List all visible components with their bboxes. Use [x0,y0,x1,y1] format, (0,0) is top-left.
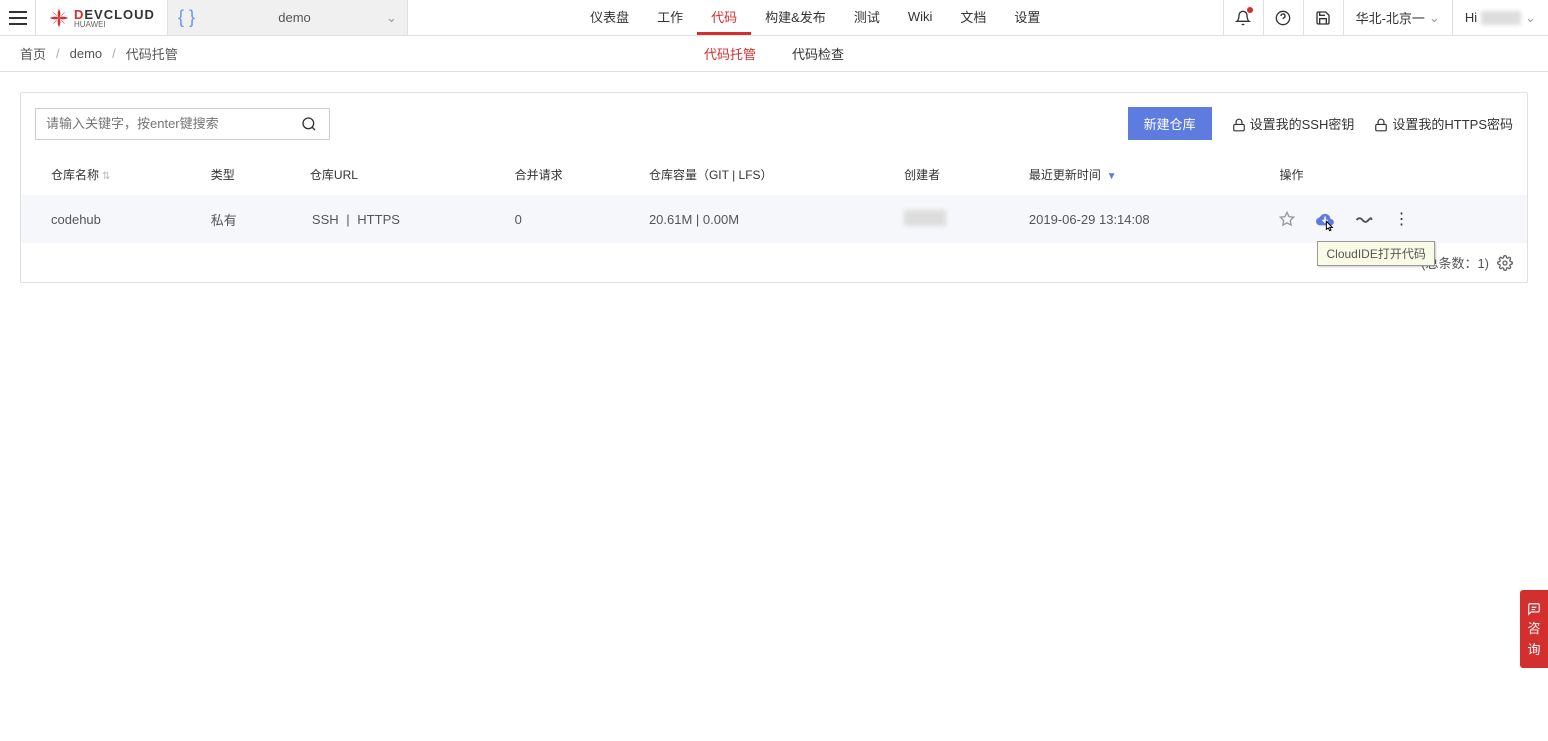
nav-build[interactable]: 构建&发布 [751,0,840,35]
col-url: 仓库URL [292,154,497,195]
col-name[interactable]: 仓库名称⇅ [21,154,193,195]
tab-code-check[interactable]: 代码检查 [774,36,862,71]
chevron-down-icon: ⌄ [386,10,397,26]
cell-updated: 2019-06-29 13:14:08 [1011,195,1262,243]
https-label: 设置我的HTTPS密码 [1392,114,1513,133]
lock-icon [1374,115,1388,131]
chat-icon [1520,600,1548,616]
toolbar-right: 新建仓库 设置我的SSH密钥 设置我的HTTPS密码 [1128,107,1513,140]
tab-code-hosting[interactable]: 代码托管 [686,36,774,71]
url-https[interactable]: HTTPS [357,212,400,227]
sub-tabs: 代码托管 代码检查 [686,36,862,71]
tooltip-cloudide: CloudIDE打开代码 [1317,241,1434,266]
set-https-password-link[interactable]: 设置我的HTTPS密码 [1374,114,1513,133]
repo-table: 仓库名称⇅ 类型 仓库URL 合并请求 仓库容量（GIT | LFS） 创建者 … [21,154,1527,243]
breadcrumb-separator: / [56,46,60,61]
feedback-tab[interactable]: 咨 询 [1520,590,1548,668]
creator-redacted [904,210,946,226]
sort-desc-icon: ▼ [1104,171,1117,182]
huawei-flower-icon [48,6,70,28]
more-icon[interactable]: ⋮ [1393,209,1409,229]
nav-docs[interactable]: 文档 [946,0,1000,35]
toolbar: 新建仓库 设置我的SSH密钥 设置我的HTTPS密码 [21,93,1527,154]
url-sep: | [346,212,349,227]
cell-type: 私有 [193,195,292,243]
table-footer: (总条数：1) [21,243,1527,282]
chevron-down-icon: ⌄ [1525,10,1536,26]
region-label: 华北-北京一 [1356,8,1425,27]
col-updated[interactable]: 最近更新时间 ▼ [1011,154,1262,195]
col-creator: 创建者 [886,154,1011,195]
nav-wiki[interactable]: Wiki [894,0,947,35]
nav-settings[interactable]: 设置 [1000,0,1054,35]
logo[interactable]: DEVCLOUD HUAWEI [36,0,168,35]
cursor-pointer-icon [1321,219,1337,237]
cloud-ide-icon[interactable] [1315,211,1335,227]
project-selector[interactable]: { } demo ⌄ [168,0,408,35]
nav-work[interactable]: 工作 [643,0,697,35]
search-input[interactable] [36,116,289,131]
notifications-button[interactable] [1223,0,1263,35]
breadcrumb-project[interactable]: demo [70,46,103,61]
bell-icon [1235,9,1251,26]
sort-icon: ⇅ [102,171,110,182]
braces-icon: { } [178,7,195,28]
feedback-label-2: 询 [1520,639,1548,658]
ssh-label: 设置我的SSH密钥 [1250,114,1355,133]
table-row: codehub 私有 SSH | HTTPS 0 20.61M | 0.00M … [21,195,1527,243]
col-ops: 操作 [1261,154,1527,195]
pipeline-icon[interactable] [1355,211,1373,227]
col-type: 类型 [193,154,292,195]
repo-panel: 新建仓库 设置我的SSH密钥 设置我的HTTPS密码 [20,92,1528,283]
col-capacity: 仓库容量（GIT | LFS） [631,154,886,195]
nav-code[interactable]: 代码 [697,0,751,35]
set-ssh-key-link[interactable]: 设置我的SSH密钥 [1232,114,1355,133]
table-header-row: 仓库名称⇅ 类型 仓库URL 合并请求 仓库容量（GIT | LFS） 创建者 … [21,154,1527,195]
user-greeting: Hi [1465,10,1477,25]
star-icon[interactable] [1279,211,1295,228]
col-merge: 合并请求 [497,154,631,195]
search-icon [301,116,317,132]
cell-merge: 0 [497,195,631,243]
main-nav: 仪表盘 工作 代码 构建&发布 测试 Wiki 文档 设置 [408,0,1223,35]
username-redacted [1481,11,1521,25]
sub-bar: 首页 / demo / 代码托管 代码托管 代码检查 [0,36,1548,72]
chevron-down-icon: ⌄ [1429,10,1440,26]
save-button[interactable] [1303,0,1343,35]
cell-creator [886,195,1011,243]
breadcrumb-home[interactable]: 首页 [20,44,46,63]
save-icon [1315,9,1331,26]
breadcrumb-current[interactable]: 代码托管 [126,44,178,63]
region-selector[interactable]: 华北-北京一 ⌄ [1343,0,1452,35]
url-ssh[interactable]: SSH [312,212,339,227]
search-box [35,108,330,140]
top-header: DEVCLOUD HUAWEI { } demo ⌄ 仪表盘 工作 代码 构建&… [0,0,1548,36]
cell-name[interactable]: codehub [21,195,193,243]
content-area: 新建仓库 设置我的SSH密钥 设置我的HTTPS密码 [0,72,1548,303]
breadcrumb: 首页 / demo / 代码托管 [0,44,178,63]
gear-icon[interactable] [1497,254,1513,271]
hamburger-menu-icon[interactable] [0,0,36,36]
breadcrumb-separator: / [112,46,116,61]
new-repo-button[interactable]: 新建仓库 [1128,107,1212,140]
feedback-label-1: 咨 [1520,618,1548,637]
nav-test[interactable]: 测试 [840,0,894,35]
help-button[interactable] [1263,0,1303,35]
help-icon [1275,9,1291,26]
nav-dashboard[interactable]: 仪表盘 [576,0,643,35]
user-menu[interactable]: Hi ⌄ [1452,0,1548,35]
cell-capacity: 20.61M | 0.00M [631,195,886,243]
header-right-tools: 华北-北京一 ⌄ Hi ⌄ [1223,0,1548,35]
search-button[interactable] [289,116,329,132]
lock-icon [1232,115,1246,131]
cell-ops: CloudIDE打开代码 ⋮ [1261,195,1527,243]
project-name: demo [203,10,386,25]
cell-url: SSH | HTTPS [292,195,497,243]
